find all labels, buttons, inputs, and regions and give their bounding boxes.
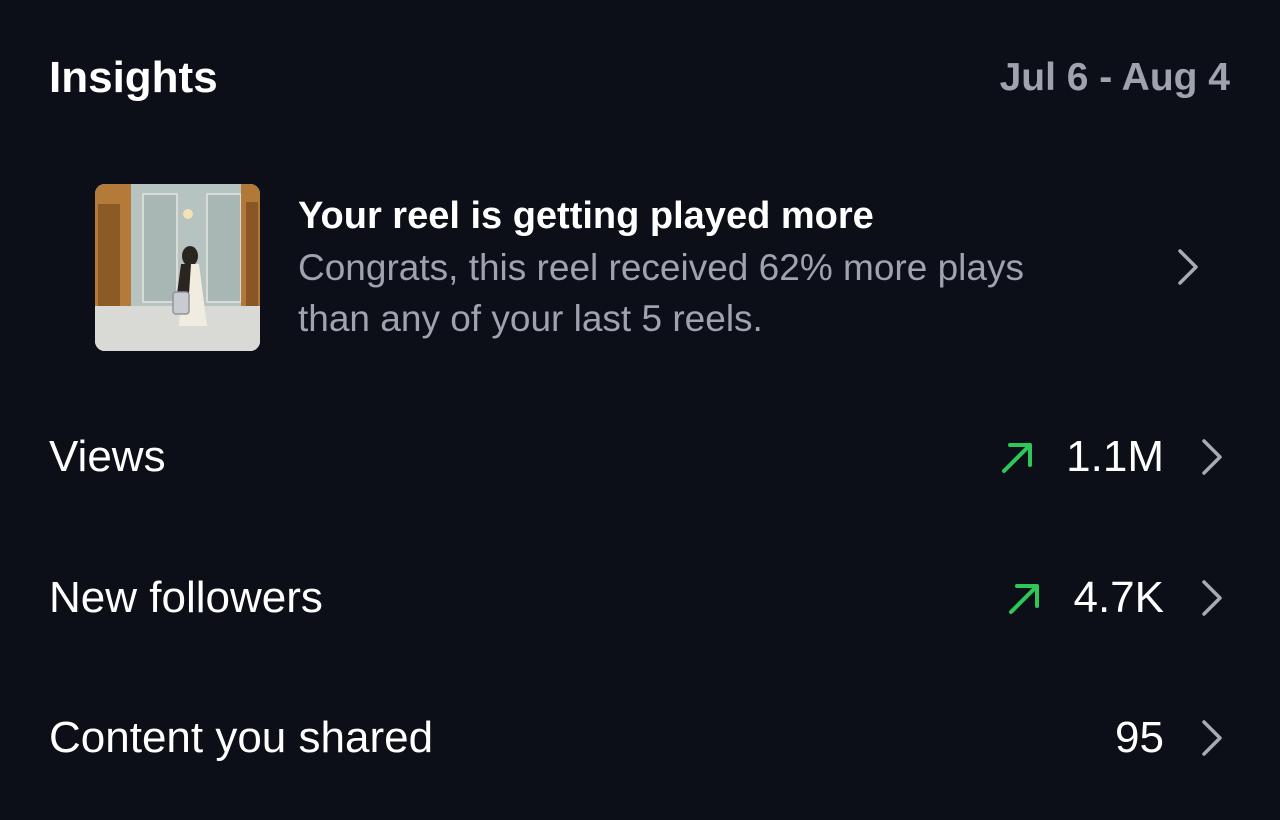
metric-value-group: 1.1M [998,432,1224,482]
chevron-right-icon[interactable] [1200,718,1224,758]
reel-insight-description: Congrats, this reel received 62% more pl… [298,247,1024,339]
metric-label: Content you shared [49,713,434,762]
reel-insight-title: Your reel is getting played more [298,195,874,237]
insights-header: Insights Jul 6 - Aug 4 [49,48,1230,108]
metric-row-views[interactable]: Views 1.1M [49,422,1224,492]
metric-value: 4.7K [1073,573,1164,622]
trend-up-arrow-icon [1009,584,1040,614]
metric-value: 95 [1115,713,1164,762]
metric-label: New followers [49,573,323,622]
reel-thumbnail[interactable] [95,183,260,351]
chevron-right-icon[interactable] [1200,578,1224,618]
reel-insight-card[interactable]: Your reel is getting played more Congrat… [95,183,1230,351]
metric-value-group: 4.7K [1005,573,1224,623]
reel-thumbnail-image [95,183,260,351]
trend-up-arrow-icon [1002,443,1033,473]
metric-row-new-followers[interactable]: New followers 4.7K [49,563,1224,633]
metric-row-content-shared[interactable]: Content you shared 95 [49,703,1224,773]
metric-value-group: 95 [1115,713,1224,763]
chevron-right-icon[interactable] [1176,247,1200,287]
metric-label: Views [49,432,166,481]
reel-insight-text: Your reel is getting played more Congrat… [298,190,1098,344]
page-title: Insights [49,53,218,102]
metric-value: 1.1M [1066,432,1164,481]
chevron-right-icon[interactable] [1200,437,1224,477]
date-range[interactable]: Jul 6 - Aug 4 [1000,56,1230,100]
